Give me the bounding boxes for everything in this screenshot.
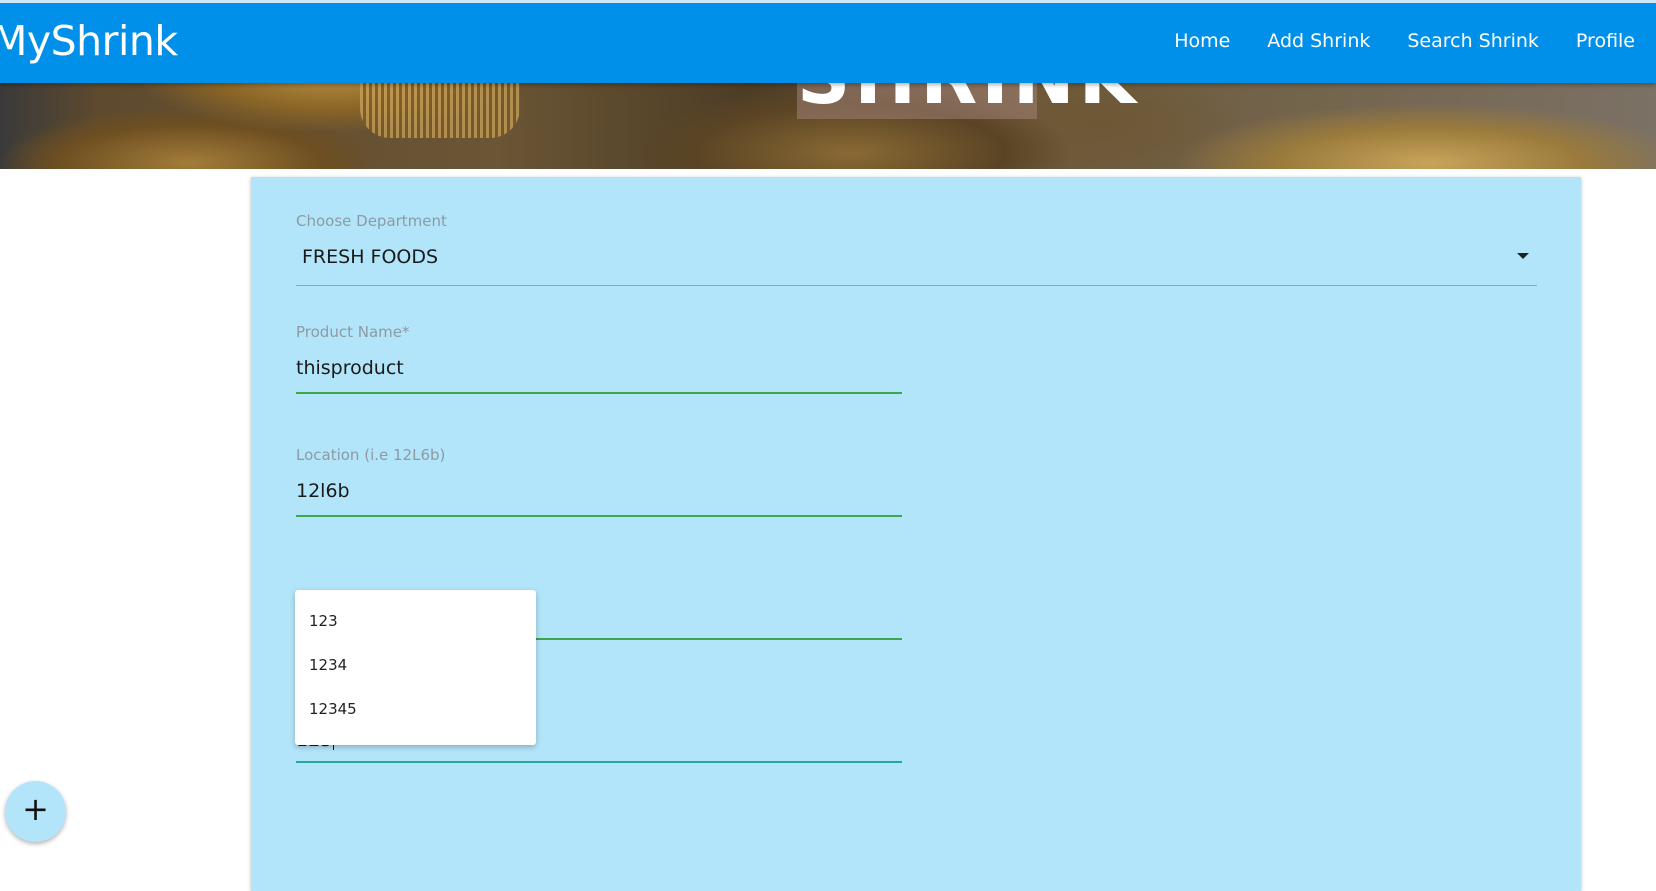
location-underline [296, 515, 902, 517]
nav-home[interactable]: Home [1174, 30, 1230, 52]
autocomplete-option[interactable]: 12345 [309, 700, 357, 718]
nav-links: Home Add Shrink Search Shrink Profile [1174, 30, 1656, 52]
location-input[interactable]: 12l6b [296, 480, 350, 502]
autocomplete-option[interactable]: 1234 [309, 656, 347, 674]
dropdown-caret-icon[interactable] [1517, 253, 1529, 259]
department-select[interactable]: Choose Department FRESH FOODS [296, 212, 1537, 286]
product-name-underline [296, 392, 902, 394]
autocomplete-dropdown: 123 1234 12345 [295, 590, 536, 745]
nav-search-shrink[interactable]: Search Shrink [1407, 30, 1539, 52]
hero-coin-edge [360, 83, 520, 138]
location-label: Location (i.e 12L6b) [296, 446, 446, 464]
number-underline [296, 761, 902, 763]
add-fab-button[interactable]: + [5, 781, 66, 842]
brand-logo[interactable]: MyShrink [0, 17, 178, 65]
top-navbar: MyShrink Home Add Shrink Search Shrink P… [0, 0, 1656, 83]
hero-title: SHRINK [797, 83, 1136, 121]
department-underline [296, 285, 1537, 286]
plus-icon: + [22, 790, 49, 828]
add-shrink-form: Choose Department FRESH FOODS Product Na… [251, 177, 1581, 891]
department-value: FRESH FOODS [302, 246, 439, 268]
autocomplete-option[interactable]: 123 [309, 612, 338, 630]
nav-profile[interactable]: Profile [1576, 30, 1635, 52]
department-label: Choose Department [296, 212, 447, 230]
product-name-input[interactable]: thisproduct [296, 357, 404, 379]
nav-add-shrink[interactable]: Add Shrink [1267, 30, 1370, 52]
product-name-label: Product Name* [296, 323, 410, 341]
location-field[interactable]: Location (i.e 12L6b) 12l6b [296, 446, 902, 517]
product-name-field[interactable]: Product Name* thisproduct [296, 323, 902, 394]
hero-banner: SHRINK [0, 83, 1656, 169]
